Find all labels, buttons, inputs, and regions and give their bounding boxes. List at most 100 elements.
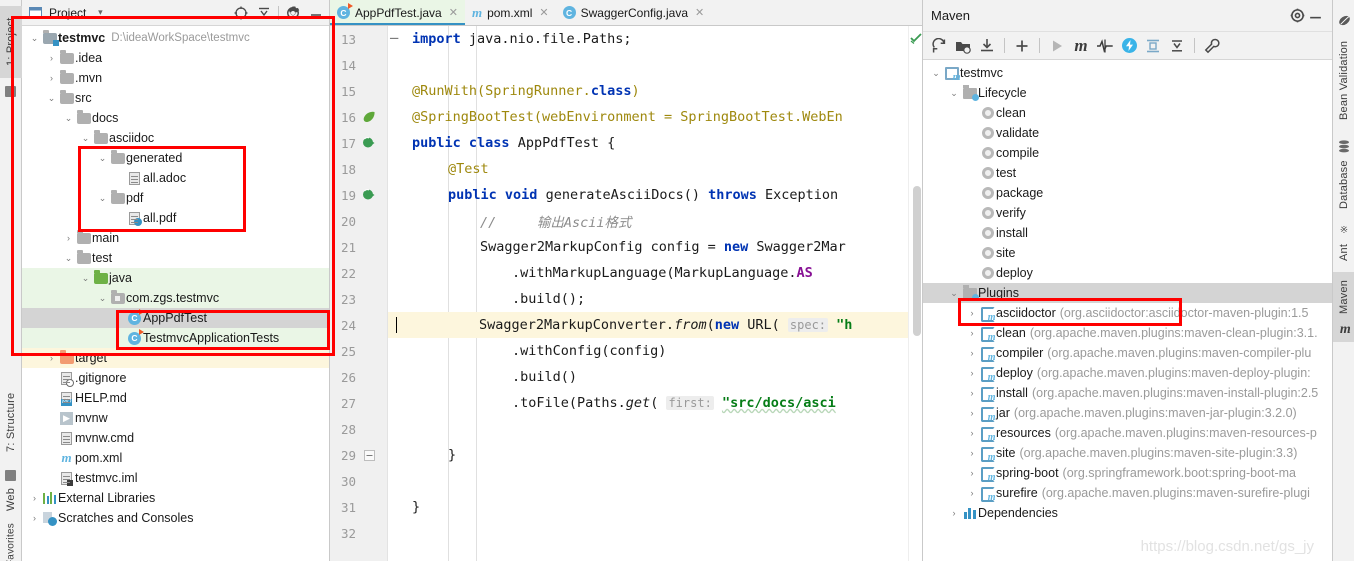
- gutter-line[interactable]: 29: [330, 442, 387, 468]
- chevron-right-icon[interactable]: ›: [965, 488, 979, 498]
- chevron-right-icon[interactable]: ›: [947, 508, 961, 518]
- tool-button-structure[interactable]: 7: Structure: [0, 378, 22, 466]
- code-line-close-method[interactable]: }: [388, 442, 908, 468]
- chevron-right-icon[interactable]: ›: [965, 428, 979, 438]
- chevron-down-icon[interactable]: ⌄: [96, 153, 109, 163]
- editor-code-area[interactable]: ─ import java.nio.file.Paths; @RunWith(Spr…: [388, 26, 908, 561]
- project-tree-row[interactable]: › .idea: [22, 48, 329, 68]
- run-test-icon[interactable]: [356, 136, 382, 150]
- code-line-blank[interactable]: [388, 520, 908, 546]
- maven-tree-row[interactable]: site: [923, 243, 1332, 263]
- close-icon[interactable]: ✕: [449, 6, 458, 19]
- project-tree-row[interactable]: m pom.xml: [22, 448, 329, 468]
- project-tree-row[interactable]: ⌄ test: [22, 248, 329, 268]
- maven-tree-row[interactable]: › clean(org.apache.maven.plugins:maven-cl…: [923, 323, 1332, 343]
- project-tree-row[interactable]: › External Libraries: [22, 488, 329, 508]
- project-tree-row[interactable]: all.adoc: [22, 168, 329, 188]
- gutter-line[interactable]: 22: [330, 260, 387, 286]
- gear-icon[interactable]: [1288, 7, 1306, 25]
- add-maven-project-icon[interactable]: [952, 35, 974, 57]
- chevron-right-icon[interactable]: ›: [965, 468, 979, 478]
- chevron-right-icon[interactable]: ›: [965, 448, 979, 458]
- project-tree-row[interactable]: C AppPdfTest: [22, 308, 329, 328]
- project-tree-row[interactable]: ⌄ testmvc D:\ideaWorkSpace\testmvc: [22, 28, 329, 48]
- code-line-build[interactable]: .build(): [388, 364, 908, 390]
- gear-icon[interactable]: [284, 4, 302, 22]
- gutter-line[interactable]: 27: [330, 390, 387, 416]
- maven-tree-row[interactable]: › asciidoctor(org.asciidoctor:asciidoctor…: [923, 303, 1332, 323]
- execute-maven-goal-icon[interactable]: m: [1070, 35, 1092, 57]
- close-icon[interactable]: ✕: [695, 6, 704, 19]
- gutter-line[interactable]: 17: [330, 130, 387, 156]
- maven-tree-row[interactable]: package: [923, 183, 1332, 203]
- code-line-withconfig[interactable]: .withConfig(config): [388, 338, 908, 364]
- code-line-blank[interactable]: [388, 416, 908, 442]
- project-tree-row[interactable]: ⌄ docs: [22, 108, 329, 128]
- chevron-right-icon[interactable]: ›: [28, 513, 41, 523]
- code-line-converter-from[interactable]: Swagger2MarkupConverter.from(new URL( sp…: [388, 312, 908, 338]
- project-tree-row[interactable]: › .mvn: [22, 68, 329, 88]
- gutter-line[interactable]: 14: [330, 52, 387, 78]
- project-tree-row[interactable]: ⌄ java: [22, 268, 329, 288]
- maven-tree-row[interactable]: ⌄ Plugins: [923, 283, 1332, 303]
- code-line-springboottest[interactable]: @SpringBootTest(webEnvironment = SpringB…: [388, 104, 908, 130]
- chevron-right-icon[interactable]: ›: [965, 348, 979, 358]
- editor-gutter[interactable]: 13 14 15 16 17 18 19 20 21 22 23 24 25 26 27 28 29 30 31 32: [330, 26, 388, 561]
- tool-button-project[interactable]: 1: Project: [0, 6, 22, 78]
- project-tree-row[interactable]: ⌄ asciidoc: [22, 128, 329, 148]
- chevron-right-icon[interactable]: ›: [965, 408, 979, 418]
- maven-tree-row[interactable]: › install(org.apache.maven.plugins:maven-…: [923, 383, 1332, 403]
- hide-icon[interactable]: [1306, 7, 1324, 25]
- chevron-down-icon[interactable]: ⌄: [45, 93, 58, 103]
- chevron-right-icon[interactable]: ›: [965, 328, 979, 338]
- chevron-down-icon[interactable]: ⌄: [62, 113, 75, 123]
- chevron-down-icon[interactable]: ⌄: [929, 68, 943, 79]
- gutter-line[interactable]: 13: [330, 26, 387, 52]
- maven-tree-row[interactable]: compile: [923, 143, 1332, 163]
- tool-button-web[interactable]: Web: [0, 478, 22, 520]
- code-line-markup-language[interactable]: .withMarkupLanguage(MarkupLanguage.AS: [388, 260, 908, 286]
- code-line-close-class[interactable]: }: [388, 494, 908, 520]
- maven-tree-row[interactable]: › jar(org.apache.maven.plugins:maven-jar-…: [923, 403, 1332, 423]
- close-icon[interactable]: ✕: [539, 6, 548, 19]
- code-line-build-semi[interactable]: .build();: [388, 286, 908, 312]
- gutter-line[interactable]: 26: [330, 364, 387, 390]
- project-tree-row[interactable]: ⌄ generated: [22, 148, 329, 168]
- project-tree-row[interactable]: › Scratches and Consoles: [22, 508, 329, 528]
- gutter-line[interactable]: 16: [330, 104, 387, 130]
- toggle-skip-tests-icon[interactable]: [1118, 35, 1140, 57]
- project-tree-row[interactable]: mvnw.cmd: [22, 428, 329, 448]
- code-line-method-decl[interactable]: public void generateAsciiDocs() throws E…: [388, 182, 908, 208]
- chevron-right-icon[interactable]: ›: [45, 353, 58, 363]
- project-tree-row[interactable]: MD HELP.md: [22, 388, 329, 408]
- tool-button-database[interactable]: Database: [1333, 154, 1354, 216]
- maven-tree-row[interactable]: ⌄ Lifecycle: [923, 83, 1332, 103]
- maven-tree-row[interactable]: validate: [923, 123, 1332, 143]
- maven-tree-row[interactable]: install: [923, 223, 1332, 243]
- gutter-line[interactable]: 23: [330, 286, 387, 312]
- gutter-line[interactable]: 32: [330, 520, 387, 546]
- project-tree-row[interactable]: C TestmvcApplicationTests: [22, 328, 329, 348]
- project-tree-row[interactable]: › target: [22, 348, 329, 368]
- tool-button-ant[interactable]: Ant: [1333, 238, 1354, 266]
- project-file-tree[interactable]: ⌄ testmvc D:\ideaWorkSpace\testmvc › .idea ›.…: [22, 26, 329, 561]
- chevron-right-icon[interactable]: ›: [62, 233, 75, 243]
- tool-button-maven[interactable]: m Maven: [1333, 272, 1354, 342]
- project-tree-row[interactable]: all.pdf: [22, 208, 329, 228]
- project-tree-row[interactable]: ⌄ src: [22, 88, 329, 108]
- gutter-line[interactable]: 28: [330, 416, 387, 442]
- spring-bean-icon[interactable]: [356, 110, 382, 124]
- code-line-test-annotation[interactable]: @Test: [388, 156, 908, 182]
- maven-tree-row[interactable]: › Dependencies: [923, 503, 1332, 523]
- editor-scrollbar-thumb[interactable]: [913, 186, 921, 336]
- maven-tree-row[interactable]: › resources(org.apache.maven.plugins:mave…: [923, 423, 1332, 443]
- project-tree-row[interactable]: testmvc.iml: [22, 468, 329, 488]
- project-tree-row[interactable]: › main: [22, 228, 329, 248]
- hide-icon[interactable]: [307, 4, 325, 22]
- code-line-tofile[interactable]: .toFile(Paths.get( first: "src/docs/asci: [388, 390, 908, 416]
- maven-tree-row[interactable]: › site(org.apache.maven.plugins:maven-sit…: [923, 443, 1332, 463]
- chevron-down-icon[interactable]: ⌄: [79, 273, 92, 283]
- chevron-right-icon[interactable]: ›: [45, 53, 58, 63]
- maven-tree-row[interactable]: › deploy(org.apache.maven.plugins:maven-d…: [923, 363, 1332, 383]
- chevron-right-icon[interactable]: ›: [965, 308, 979, 318]
